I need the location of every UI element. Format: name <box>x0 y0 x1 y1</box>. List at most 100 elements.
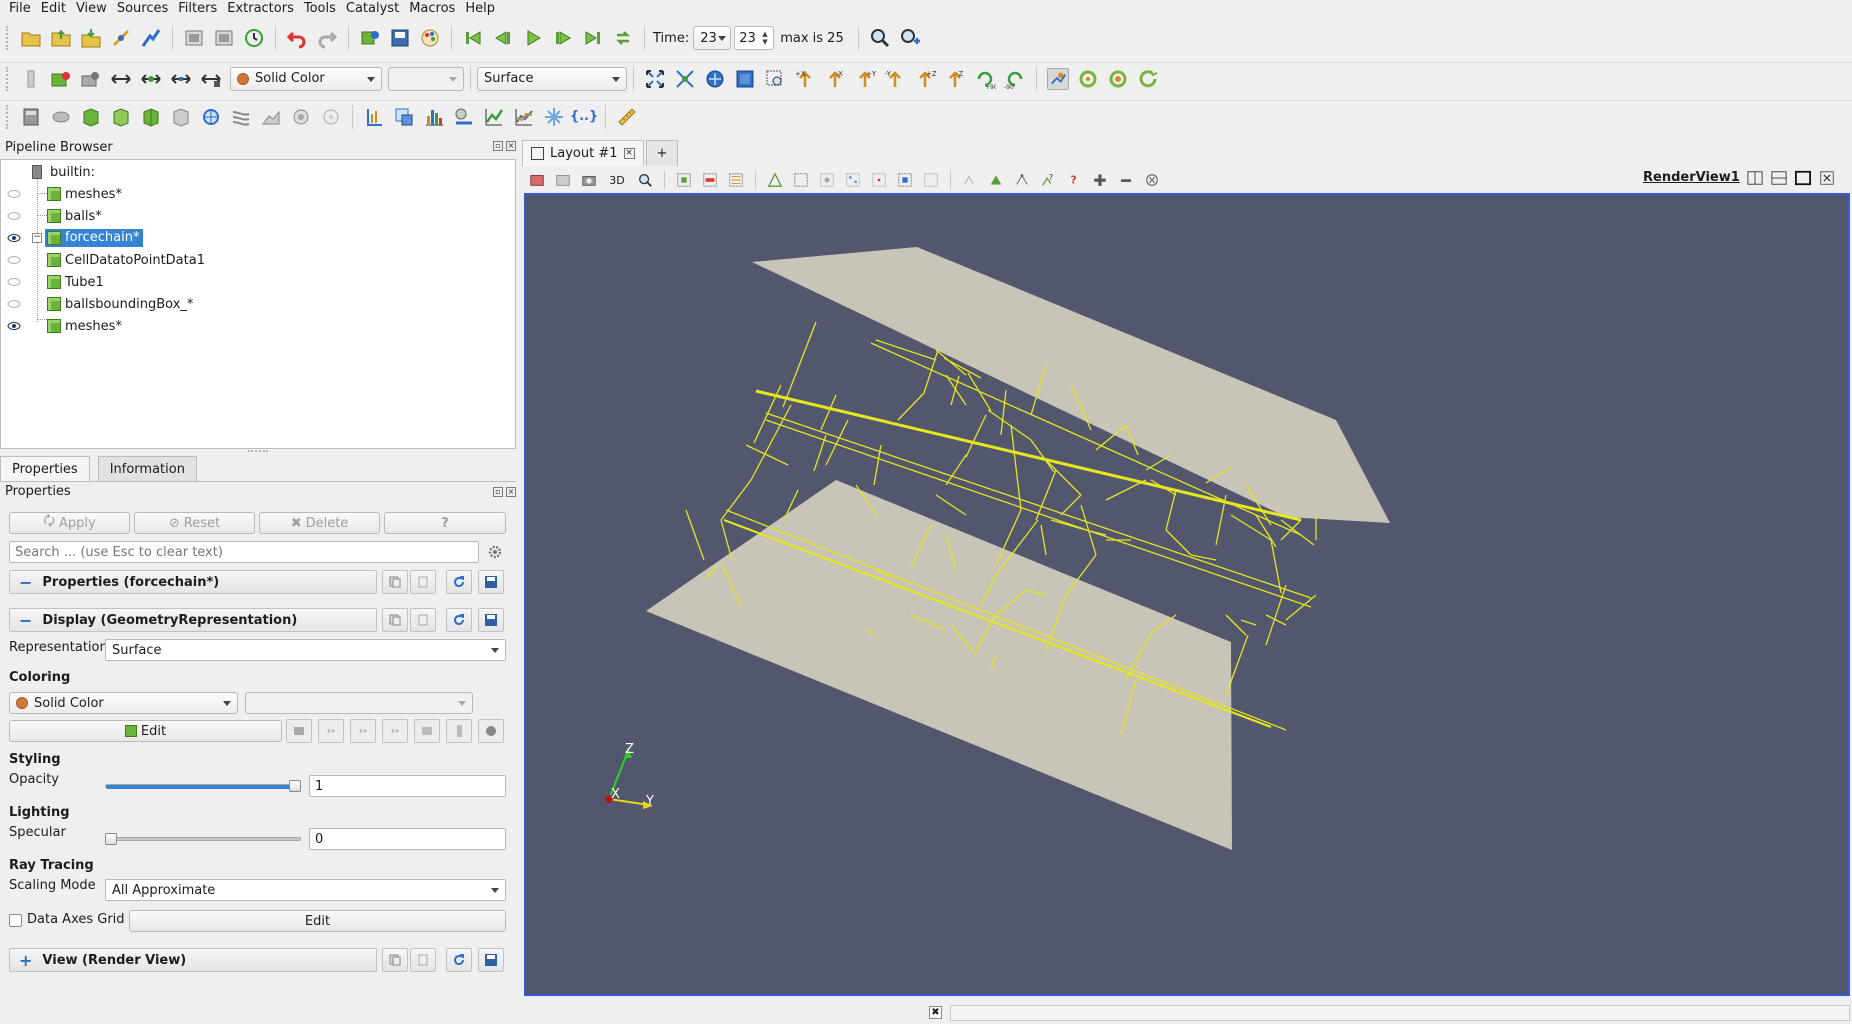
query-selection-icon[interactable]: ? <box>1065 171 1083 189</box>
tree-item-ballsboundingbox[interactable]: ballsboundingBox_* <box>1 293 515 315</box>
rescale-visible-icon[interactable] <box>170 68 192 90</box>
group-datasets-icon[interactable] <box>290 106 312 128</box>
rotate-plus-90-icon[interactable]: +90 <box>974 68 996 90</box>
undock-icon[interactable]: ▫ <box>493 141 503 151</box>
load-state-icon[interactable] <box>50 27 72 49</box>
splitter-handle[interactable] <box>248 450 268 453</box>
select-polygon-icon[interactable] <box>922 171 940 189</box>
grow-selection-icon[interactable] <box>961 171 979 189</box>
specular-slider-track[interactable] <box>105 837 301 841</box>
interactive-select-cells-icon[interactable] <box>818 171 836 189</box>
redo-icon[interactable] <box>316 27 338 49</box>
edit-color-legend-icon[interactable] <box>478 719 504 743</box>
edit-color-map-icon[interactable] <box>50 68 72 90</box>
hover-cells-icon[interactable] <box>896 171 914 189</box>
temporal-interpolator-icon[interactable] <box>543 106 565 128</box>
menu-sources[interactable]: Sources <box>112 0 173 18</box>
reset-session-icon[interactable] <box>359 27 381 49</box>
disconnect-icon[interactable] <box>140 27 162 49</box>
color-palette-icon[interactable] <box>419 27 441 49</box>
capture-view-icon[interactable] <box>528 171 546 189</box>
save-screenshot-icon[interactable] <box>389 27 411 49</box>
tree-item-meshes-2[interactable]: meshes* <box>1 315 515 337</box>
plot-selection-icon[interactable] <box>393 106 415 128</box>
menu-macros[interactable]: Macros <box>404 0 460 18</box>
glyph-icon[interactable] <box>200 106 222 128</box>
loop-icon[interactable] <box>612 27 634 49</box>
delete-button[interactable]: ✖ Delete <box>259 512 380 534</box>
toggle-color-legend-icon[interactable] <box>446 719 472 743</box>
hover-points-icon[interactable] <box>870 171 888 189</box>
scaling-mode-select[interactable]: All Approximate <box>105 879 506 901</box>
tab-layout-1[interactable]: Layout #1 × <box>522 140 644 166</box>
warp-by-vector-icon[interactable] <box>260 106 282 128</box>
close-view-icon[interactable] <box>1817 168 1837 188</box>
eye-closed-icon[interactable] <box>7 299 21 309</box>
undo-camera-icon[interactable] <box>183 27 205 49</box>
eye-closed-icon[interactable] <box>7 189 21 199</box>
undo-icon[interactable] <box>286 27 308 49</box>
representation-select[interactable]: Surface <box>105 639 506 661</box>
auto-apply-icon[interactable] <box>243 27 265 49</box>
find-data-icon[interactable] <box>869 27 891 49</box>
tree-item-forcechain[interactable]: − forcechain* <box>1 227 515 249</box>
toolbar-handle[interactable] <box>6 66 12 91</box>
section-display[interactable]: − Display (GeometryRepresentation) <box>9 608 377 632</box>
rescale-visible-range-icon[interactable] <box>414 719 440 743</box>
set-view-direction-minus-y-icon[interactable]: -Y <box>884 68 906 90</box>
last-frame-icon[interactable] <box>582 27 604 49</box>
timestep-spinbox[interactable]: 23 ▲ ▼ <box>734 26 775 50</box>
copy-icon[interactable] <box>382 608 408 632</box>
copy-icon[interactable] <box>382 570 408 594</box>
collapse-icon[interactable]: − <box>32 233 42 243</box>
toolbar-handle[interactable] <box>6 104 12 129</box>
slice-icon[interactable] <box>110 106 132 128</box>
set-view-direction-plus-x-icon[interactable]: +X <box>794 68 816 90</box>
plot-global-variables-icon[interactable] <box>513 106 535 128</box>
connect-icon[interactable] <box>110 27 132 49</box>
rotation-center-icon[interactable] <box>1137 68 1159 90</box>
extract-selection-icon[interactable] <box>1013 171 1031 189</box>
select-cells-frustum-icon[interactable] <box>727 171 745 189</box>
python-calculator-icon[interactable]: {..} <box>570 106 598 128</box>
select-cells-on-icon[interactable] <box>675 171 693 189</box>
save-defaults-icon[interactable] <box>478 608 504 632</box>
split-horizontal-icon[interactable] <box>1745 168 1765 188</box>
undock-icon[interactable]: ▫ <box>493 487 503 497</box>
toggle-3d-button[interactable]: 3D <box>606 171 628 189</box>
clear-selection-icon[interactable] <box>1143 171 1161 189</box>
select-block-icon[interactable] <box>792 171 810 189</box>
split-vertical-icon[interactable] <box>1769 168 1789 188</box>
query-icon[interactable] <box>899 27 921 49</box>
edit-color-map-button[interactable]: Edit <box>9 720 282 742</box>
reset-camera-icon[interactable] <box>644 68 666 90</box>
reset-button[interactable]: ⊘ Reset <box>134 512 255 534</box>
rescale-custom-range-icon[interactable]: ↔ <box>350 719 376 743</box>
menu-catalyst[interactable]: Catalyst <box>341 0 404 18</box>
component-combo[interactable] <box>388 66 464 91</box>
zoom-closest-icon[interactable] <box>764 68 786 90</box>
render-view[interactable]: Z X Y <box>524 193 1850 996</box>
pick-center-icon[interactable] <box>1107 68 1129 90</box>
save-defaults-icon[interactable] <box>478 948 504 972</box>
search-input[interactable]: Search ... (use Esc to clear text) <box>9 541 479 563</box>
rescale-data-range-icon[interactable]: ↔ <box>318 719 344 743</box>
menu-view[interactable]: View <box>71 0 112 18</box>
specular-slider-handle[interactable] <box>105 833 117 845</box>
plot-over-line-icon[interactable] <box>363 106 385 128</box>
paste-icon[interactable] <box>410 608 436 632</box>
first-frame-icon[interactable] <box>462 27 484 49</box>
plot-data-over-time-icon[interactable] <box>483 106 505 128</box>
toolbar-handle[interactable] <box>6 26 12 50</box>
tab-information[interactable]: Information <box>97 456 197 481</box>
probe-location-icon[interactable] <box>453 106 475 128</box>
tab-properties[interactable]: Properties <box>0 456 90 481</box>
section-view[interactable]: + View (Render View) <box>9 948 377 972</box>
menu-extractors[interactable]: Extractors <box>222 0 299 18</box>
copy-view-icon[interactable] <box>554 171 572 189</box>
copy-icon[interactable] <box>382 948 408 972</box>
interactive-select-points-icon[interactable] <box>844 171 862 189</box>
maximize-icon[interactable] <box>1793 168 1813 188</box>
representation-combo[interactable]: Surface <box>477 66 627 91</box>
restore-defaults-icon[interactable] <box>446 608 472 632</box>
